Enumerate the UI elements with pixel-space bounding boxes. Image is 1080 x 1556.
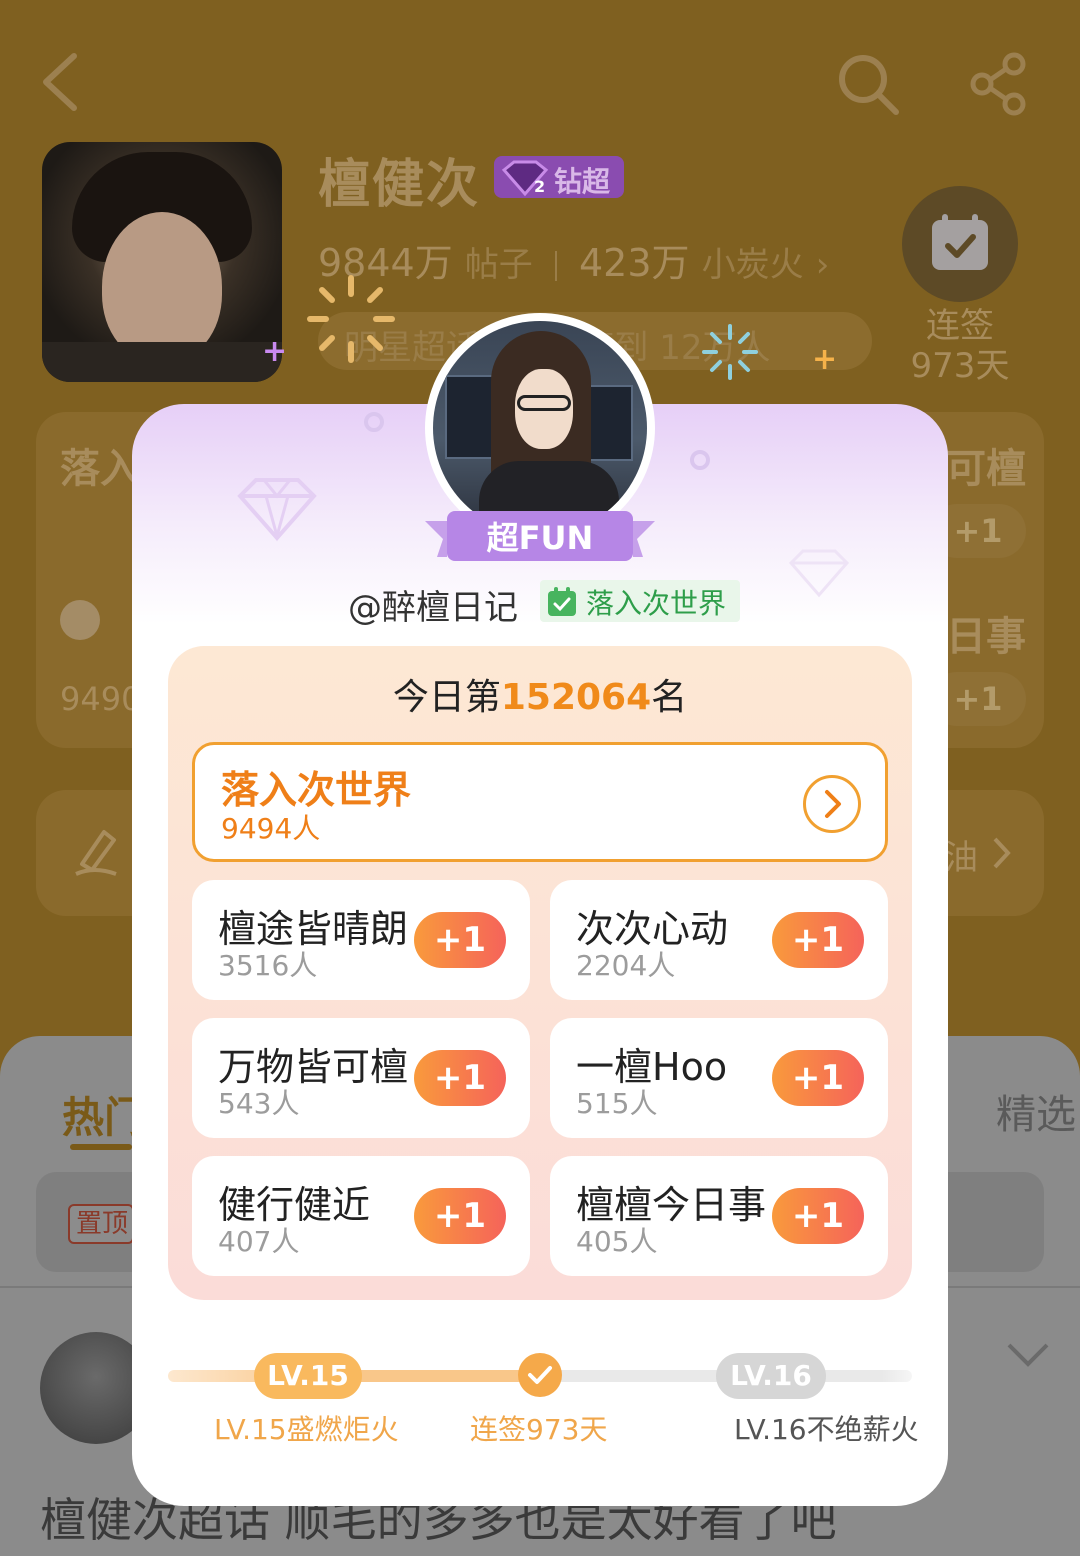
badge-label: 钻超 bbox=[554, 165, 611, 198]
plus-one-button[interactable]: +1 bbox=[414, 1050, 506, 1106]
calendar-check-icon bbox=[932, 214, 988, 270]
fan-ribbon: 超FUN bbox=[425, 507, 655, 565]
chevron-down-icon[interactable] bbox=[1006, 1342, 1050, 1370]
rank-number: 152064 bbox=[500, 677, 652, 718]
group-count: 2204人 bbox=[576, 949, 676, 982]
fans-count: 423万 bbox=[579, 241, 690, 285]
diamond-icon bbox=[237, 478, 317, 542]
group-count: 9494人 bbox=[221, 812, 321, 845]
pen-icon bbox=[75, 830, 117, 876]
avatar bbox=[60, 600, 100, 640]
group-card[interactable]: 健行健近 407人 +1 bbox=[192, 1156, 530, 1276]
share-icon[interactable] bbox=[966, 52, 1030, 116]
group-card[interactable]: 一檀Hoo 515人 +1 bbox=[550, 1018, 888, 1138]
group-count: 3516人 bbox=[218, 949, 318, 982]
sparkle-burst-icon bbox=[307, 275, 395, 363]
group-count: 543人 bbox=[218, 1087, 300, 1120]
calendar-check-icon bbox=[548, 587, 576, 616]
diamond-icon bbox=[788, 549, 850, 598]
bg-group-title: 可檀 bbox=[946, 446, 1026, 492]
pinned-badge: 置顶 bbox=[68, 1204, 134, 1244]
bg-group-title: 落入 bbox=[60, 446, 140, 492]
group-card[interactable]: 檀檀今日事 405人 +1 bbox=[550, 1156, 888, 1276]
ribbon-label: 超FUN bbox=[486, 519, 594, 557]
search-icon[interactable] bbox=[836, 52, 900, 116]
sparkle-burst-icon bbox=[702, 324, 758, 380]
group-name: 落入次世界 bbox=[221, 768, 412, 812]
group-count: 515人 bbox=[576, 1087, 658, 1120]
plus-one-button[interactable]: +1 bbox=[414, 912, 506, 968]
next-level-label: LV.16不绝薪火 bbox=[734, 1413, 919, 1446]
plus-one-button[interactable]: +1 bbox=[772, 1050, 864, 1106]
group-card[interactable]: 檀途皆晴朗 3516人 +1 bbox=[192, 880, 530, 1000]
checkin-streak: 连签 973天 bbox=[910, 306, 1010, 386]
streak-label: 连签973天 bbox=[470, 1413, 608, 1446]
back-arrow-icon[interactable] bbox=[40, 52, 80, 112]
username[interactable]: @醉檀日记 bbox=[348, 580, 518, 629]
svg-text:2: 2 bbox=[534, 177, 545, 196]
diamond-badge[interactable]: 2 钻超 bbox=[494, 156, 624, 198]
group-count: 405人 bbox=[576, 1225, 658, 1258]
page-title: 檀健次 bbox=[318, 155, 481, 215]
posts-label: 帖子 bbox=[464, 245, 533, 285]
rank-title: 今日第152064名 bbox=[392, 677, 688, 718]
deco-ring bbox=[364, 412, 384, 432]
tab-featured[interactable]: 精选 bbox=[996, 1082, 1076, 1140]
chevron-right-icon[interactable] bbox=[803, 775, 861, 833]
group-card[interactable]: 次次心动 2204人 +1 bbox=[550, 880, 888, 1000]
check-icon bbox=[518, 1353, 562, 1397]
chevron-right-icon bbox=[993, 837, 1011, 869]
plus-one-button[interactable]: +1 bbox=[414, 1188, 506, 1244]
bg-group-title: 日事 bbox=[946, 614, 1026, 660]
compose-hint: 油 bbox=[944, 838, 978, 878]
sparkle-plus-icon: + bbox=[262, 334, 288, 369]
fans-label: 小炭火 bbox=[701, 245, 804, 285]
sparkle-plus-icon: + bbox=[812, 342, 838, 377]
checkin-button[interactable] bbox=[902, 186, 1018, 302]
topic-cover-image[interactable] bbox=[42, 142, 282, 382]
deco-ring bbox=[690, 450, 710, 470]
current-level-badge: LV.15 bbox=[254, 1353, 362, 1399]
rank-panel: 今日第152064名 落入次世界 9494人 檀途皆晴朗 3516人 +1 次次… bbox=[168, 646, 912, 1300]
featured-group-card[interactable]: 落入次世界 9494人 bbox=[192, 742, 888, 862]
plus-one-button[interactable]: +1 bbox=[772, 912, 864, 968]
diamond-icon: 2 bbox=[501, 160, 549, 197]
world-tag-label: 落入次世界 bbox=[586, 587, 727, 620]
world-tag[interactable]: 落入次世界 bbox=[540, 580, 741, 622]
bg-group-count: 9490 bbox=[60, 680, 142, 718]
plus-one-button[interactable]: +1 bbox=[772, 1188, 864, 1244]
next-level-badge: LV.16 bbox=[716, 1353, 826, 1399]
group-count: 407人 bbox=[218, 1225, 300, 1258]
current-level-label: LV.15盛燃炬火 bbox=[214, 1413, 399, 1446]
group-card[interactable]: 万物皆可檀 543人 +1 bbox=[192, 1018, 530, 1138]
chevron-right-icon: › bbox=[815, 245, 830, 285]
